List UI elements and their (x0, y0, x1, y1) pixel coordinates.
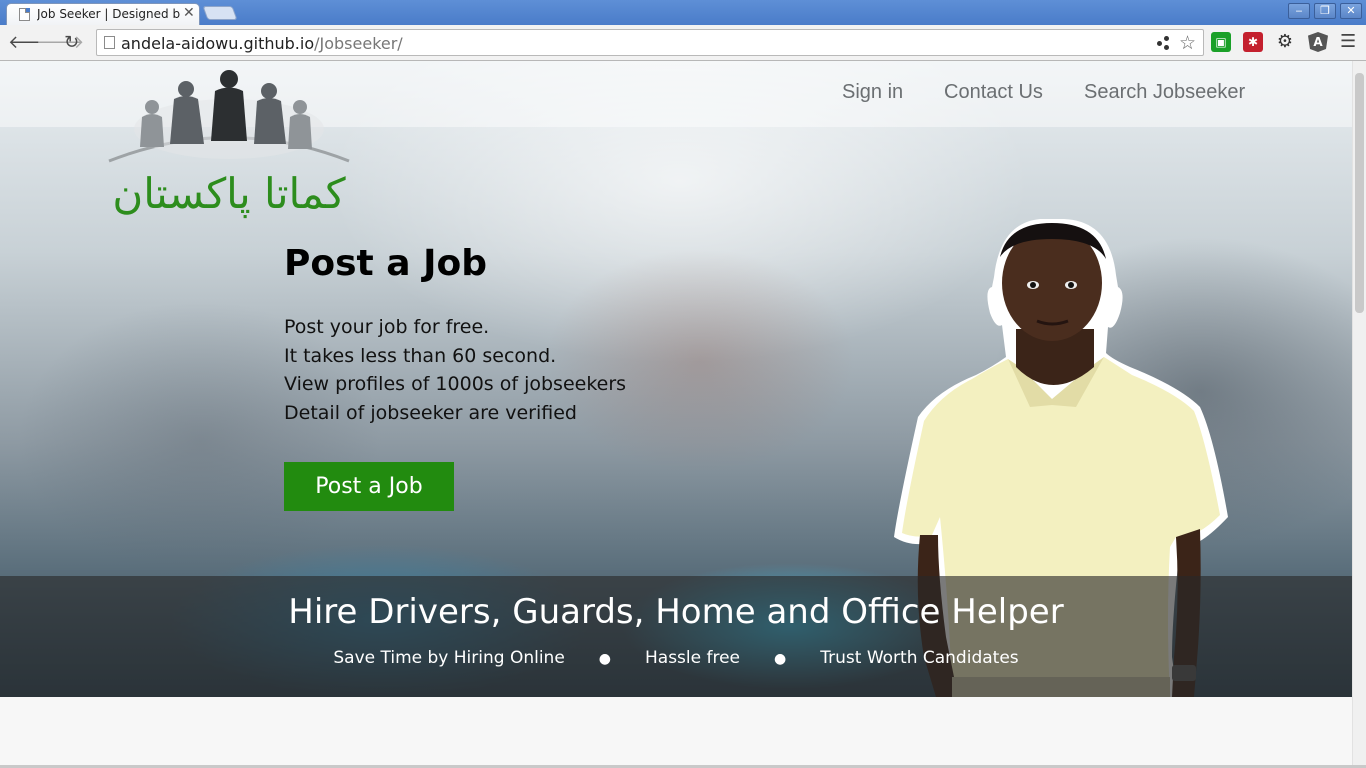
hero-line: View profiles of 1000s of jobseekers (284, 373, 627, 396)
logo-silhouettes (108, 70, 350, 163)
star-icon[interactable]: ☆ (1179, 32, 1196, 54)
hero-feature-list: Post your job for free. It takes less th… (284, 313, 626, 428)
banner-item: Hassle free (645, 648, 741, 668)
browser-tab[interactable]: Job Seeker | Designed by ✕ (6, 3, 200, 25)
url-text[interactable]: andela-aidowu.github.io/Jobseeker/ (121, 34, 403, 53)
page-icon (19, 8, 30, 21)
reload-icon[interactable]: ↻ (64, 32, 79, 53)
banner-item: Save Time by Hiring Online (333, 648, 565, 668)
site-logo[interactable]: کماتا پاکستان (104, 69, 354, 229)
close-icon[interactable]: ✕ (183, 5, 195, 21)
page-icon (104, 36, 115, 49)
puzzle-extension-icon[interactable]: ✱ (1243, 32, 1263, 52)
minimize-button[interactable]: ‒ (1288, 3, 1310, 19)
post-job-button[interactable]: Post a Job (284, 462, 454, 511)
share-icon[interactable] (1157, 36, 1175, 50)
page-viewport: کماتا پاکستان Sign in Contact Us Search … (0, 61, 1352, 765)
menu-icon[interactable]: ☰ (1340, 31, 1356, 52)
hero-line: It takes less than 60 second. (284, 344, 557, 367)
window-close-button[interactable]: ✕ (1340, 3, 1362, 19)
hero-line: Post your job for free. (284, 316, 490, 338)
hero-banner: Hire Drivers, Guards, Home and Office He… (0, 576, 1352, 697)
hero-line: Detail of jobseeker are verified (284, 402, 577, 425)
address-bar[interactable]: andela-aidowu.github.io/Jobseeker/ ☆ (96, 29, 1204, 56)
hero-title: Post a Job (284, 243, 488, 284)
banner-feature-list: Save Time by Hiring Online ● Hassle free ● T… (0, 648, 1352, 668)
angular-icon[interactable]: A (1308, 32, 1328, 52)
vertical-scrollbar[interactable] (1352, 61, 1366, 765)
browser-toolbar: 🡐 🡒 ↻ andela-aidowu.github.io/Jobseeker/… (0, 25, 1366, 61)
bullet-separator: ● (774, 651, 787, 667)
scrollbar-thumb[interactable] (1355, 73, 1364, 313)
banner-item: Trust Worth Candidates (820, 648, 1019, 668)
extension-icon[interactable]: ▣ (1211, 32, 1231, 52)
tab-title: Job Seeker | Designed by (37, 7, 180, 21)
browser-titlebar: Job Seeker | Designed by ✕ ‒ ❐ ✕ (0, 0, 1366, 25)
nav-contact-us-link[interactable]: Contact Us (944, 81, 1043, 104)
logo-text: کماتا پاکستان (112, 169, 346, 218)
nav-search-jobseeker-link[interactable]: Search Jobseeker (1084, 81, 1245, 104)
gear-icon[interactable]: ⚙ (1275, 32, 1295, 52)
nav-sign-in-link[interactable]: Sign in (842, 81, 903, 104)
hero-section: کماتا پاکستان Sign in Contact Us Search … (0, 61, 1352, 697)
banner-title: Hire Drivers, Guards, Home and Office He… (288, 592, 1064, 632)
new-tab-button[interactable] (202, 6, 238, 20)
bullet-separator: ● (598, 651, 611, 667)
maximize-button[interactable]: ❐ (1314, 3, 1336, 19)
